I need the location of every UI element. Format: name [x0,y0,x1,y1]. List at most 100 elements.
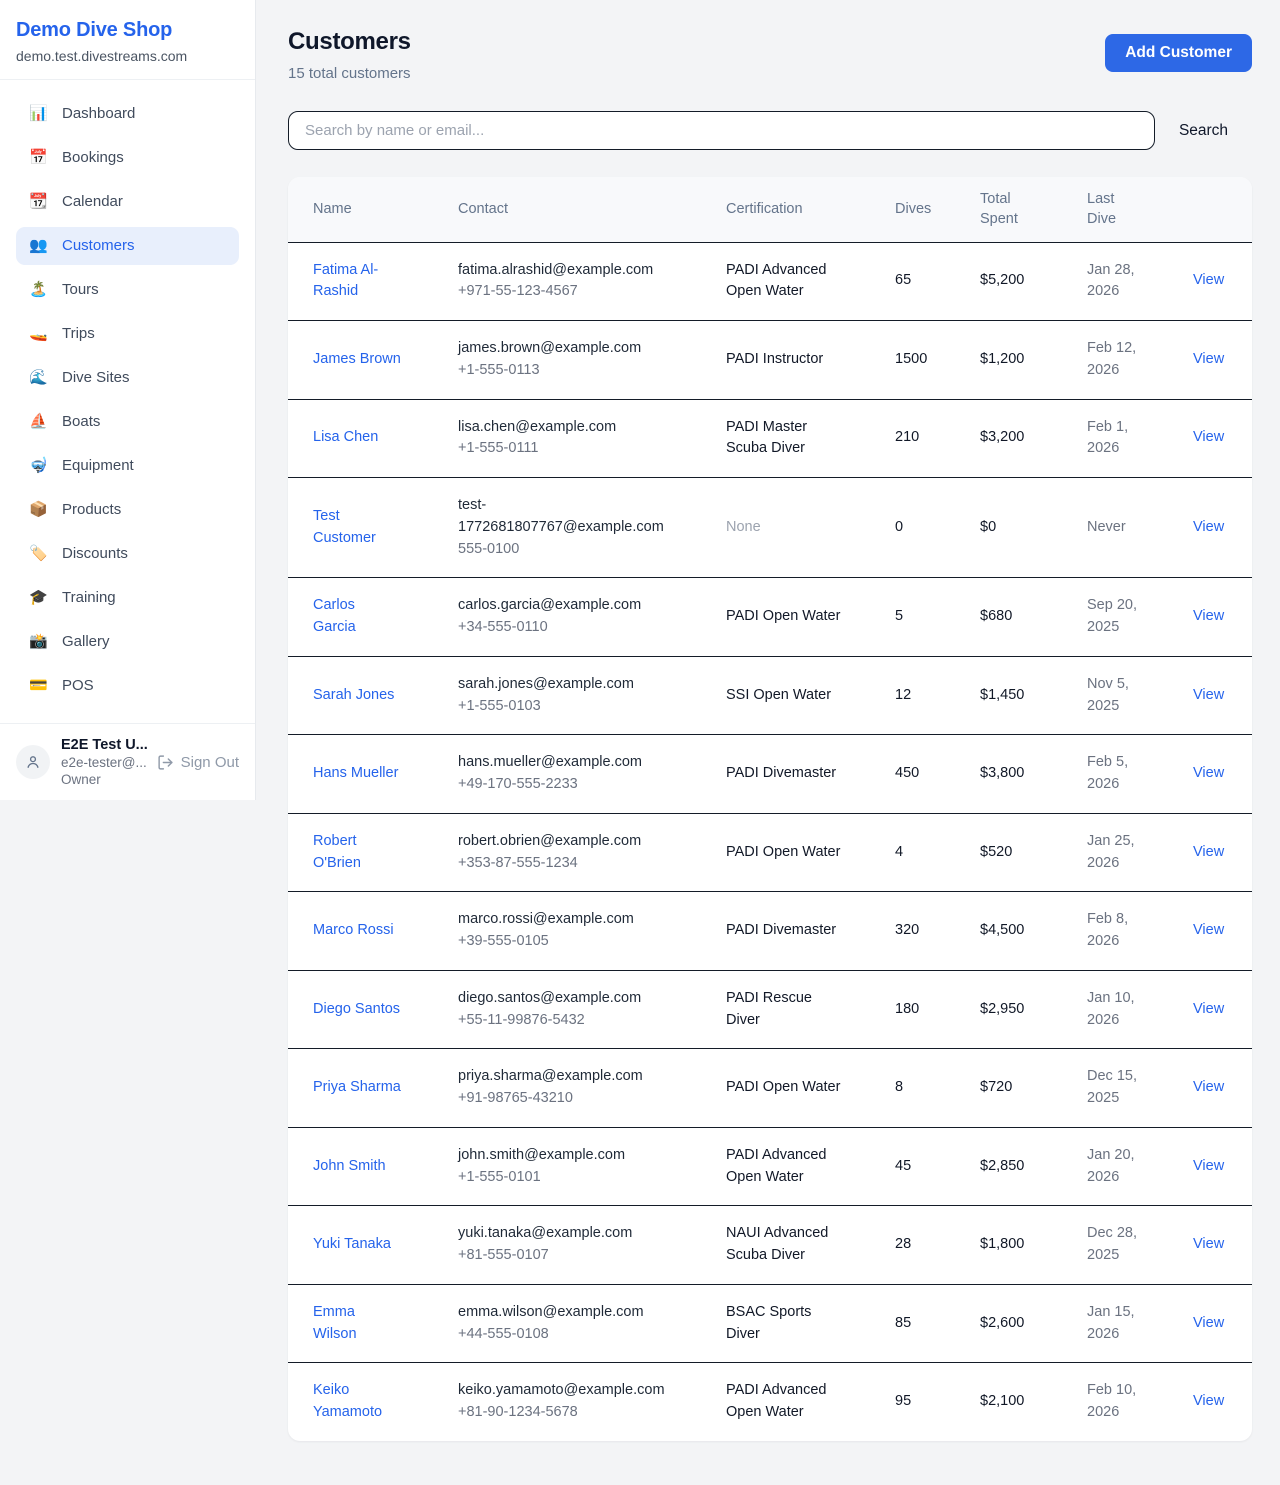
calendar-icon: 📆 [28,193,49,211]
sign-out-button[interactable]: Sign Out [157,754,239,771]
customer-name-link[interactable]: Diego Santos [313,999,400,1021]
view-link[interactable]: View [1193,844,1224,860]
customer-last-dive: Feb 10, 2026 [1087,1380,1143,1424]
table-header-row: Name Contact Certification Dives Total S… [288,177,1252,242]
customer-last-dive: Jan 25, 2026 [1087,831,1143,875]
customer-dives: 210 [895,429,919,445]
table-row: Test Customer test-1772681807767@example… [288,478,1252,578]
dive-sites-icon: 🌊 [28,369,49,387]
table-row: Hans Mueller hans.mueller@example.com +4… [288,735,1252,814]
view-link[interactable]: View [1193,429,1224,445]
view-link[interactable]: View [1193,1001,1224,1017]
shop-name: Demo Dive Shop [16,19,239,42]
customer-name-link[interactable]: Lisa Chen [313,427,378,449]
customer-dives: 8 [895,1079,903,1095]
customer-total-spent: $520 [980,844,1012,860]
sidebar-item-pos[interactable]: 💳 POS [16,667,239,705]
page-header: Customers 15 total customers Add Custome… [288,28,1252,82]
sidebar-item-dive-sites[interactable]: 🌊 Dive Sites [16,359,239,397]
search-button[interactable]: Search [1155,122,1252,140]
main-content: Customers 15 total customers Add Custome… [256,0,1280,1467]
sidebar-item-equipment[interactable]: 🤿 Equipment [16,447,239,485]
customer-name-link[interactable]: John Smith [313,1156,386,1178]
customer-name-link[interactable]: James Brown [313,349,401,371]
view-link[interactable]: View [1193,351,1224,367]
search-input[interactable] [288,111,1155,150]
view-link[interactable]: View [1193,687,1224,703]
customer-phone: +1-555-0113 [458,360,702,382]
customer-total-spent: $720 [980,1079,1012,1095]
table-row: Priya Sharma priya.sharma@example.com +9… [288,1049,1252,1128]
table-row: Lisa Chen lisa.chen@example.com +1-555-0… [288,399,1252,478]
user-info: E2E Test U... e2e-tester@... Owner [61,736,146,788]
view-link[interactable]: View [1193,1315,1224,1331]
customer-name-link[interactable]: Carlos Garcia [313,595,401,639]
customer-last-dive: Feb 12, 2026 [1087,338,1143,382]
sidebar-item-trips[interactable]: 🚤 Trips [16,315,239,353]
column-header-name: Name [288,177,446,242]
view-link[interactable]: View [1193,1236,1224,1252]
customer-dives: 95 [895,1393,911,1409]
view-link[interactable]: View [1193,1079,1224,1095]
customer-dives: 450 [895,765,919,781]
add-customer-button[interactable]: Add Customer [1105,34,1252,72]
sidebar-item-customers[interactable]: 👥 Customers [16,227,239,265]
column-header-actions [1181,177,1252,242]
customer-name-link[interactable]: Marco Rossi [313,920,394,942]
sidebar-item-bookings[interactable]: 📅 Bookings [16,139,239,177]
customer-total-spent: $1,200 [980,351,1024,367]
customer-dives: 4 [895,844,903,860]
sign-out-label: Sign Out [181,754,239,771]
sidebar-item-boats[interactable]: ⛵ Boats [16,403,239,441]
table-row: Keiko Yamamoto keiko.yamamoto@example.co… [288,1363,1252,1441]
customer-name-link[interactable]: Test Customer [313,506,401,550]
customer-certification: PADI Advanced Open Water [726,260,844,304]
customer-dives: 0 [895,519,903,535]
view-link[interactable]: View [1193,272,1224,288]
customer-name-link[interactable]: Emma Wilson [313,1302,401,1346]
equipment-icon: 🤿 [28,457,49,475]
discounts-icon: 🏷️ [28,545,49,563]
customer-last-dive: Dec 15, 2025 [1087,1066,1143,1110]
customer-email: test-1772681807767@example.com [458,495,672,539]
customer-phone: +1-555-0111 [458,438,702,460]
customer-email: yuki.tanaka@example.com [458,1223,672,1245]
customer-name-link[interactable]: Sarah Jones [313,685,394,707]
sidebar-item-gallery[interactable]: 📸 Gallery [16,623,239,661]
view-link[interactable]: View [1193,1393,1224,1409]
customer-name-link[interactable]: Hans Mueller [313,763,398,785]
customer-total-spent: $1,450 [980,687,1024,703]
page-subtitle: 15 total customers [288,65,411,82]
sidebar-item-label: Calendar [62,193,123,211]
view-link[interactable]: View [1193,608,1224,624]
column-header-total-spent: Total Spent [968,177,1075,242]
view-link[interactable]: View [1193,765,1224,781]
customer-name-link[interactable]: Fatima Al-Rashid [313,260,401,304]
customer-last-dive: Feb 1, 2026 [1087,417,1143,461]
customer-email: priya.sharma@example.com [458,1066,672,1088]
sidebar-item-training[interactable]: 🎓 Training [16,579,239,617]
customer-name-link[interactable]: Robert O'Brien [313,831,401,875]
customer-name-link[interactable]: Yuki Tanaka [313,1234,391,1256]
customer-email: john.smith@example.com [458,1145,672,1167]
customer-total-spent: $2,850 [980,1158,1024,1174]
customer-total-spent: $1,800 [980,1236,1024,1252]
sidebar-item-dashboard[interactable]: 📊 Dashboard [16,95,239,133]
sidebar-item-products[interactable]: 📦 Products [16,491,239,529]
customer-last-dive: Never [1087,517,1126,539]
table-row: Carlos Garcia carlos.garcia@example.com … [288,578,1252,657]
sidebar-item-label: Customers [62,237,135,255]
view-link[interactable]: View [1193,1158,1224,1174]
sidebar-item-label: POS [62,677,94,695]
view-link[interactable]: View [1193,922,1224,938]
customer-name-link[interactable]: Priya Sharma [313,1077,401,1099]
sidebar-header: Demo Dive Shop demo.test.divestreams.com [0,0,255,80]
sidebar-item-calendar[interactable]: 📆 Calendar [16,183,239,221]
view-link[interactable]: View [1193,519,1224,535]
column-header-certification: Certification [714,177,883,242]
customer-last-dive: Jan 20, 2026 [1087,1145,1143,1189]
sidebar-item-discounts[interactable]: 🏷️ Discounts [16,535,239,573]
sidebar-item-tours[interactable]: 🏝️ Tours [16,271,239,309]
customer-email: emma.wilson@example.com [458,1302,672,1324]
customer-name-link[interactable]: Keiko Yamamoto [313,1380,401,1424]
